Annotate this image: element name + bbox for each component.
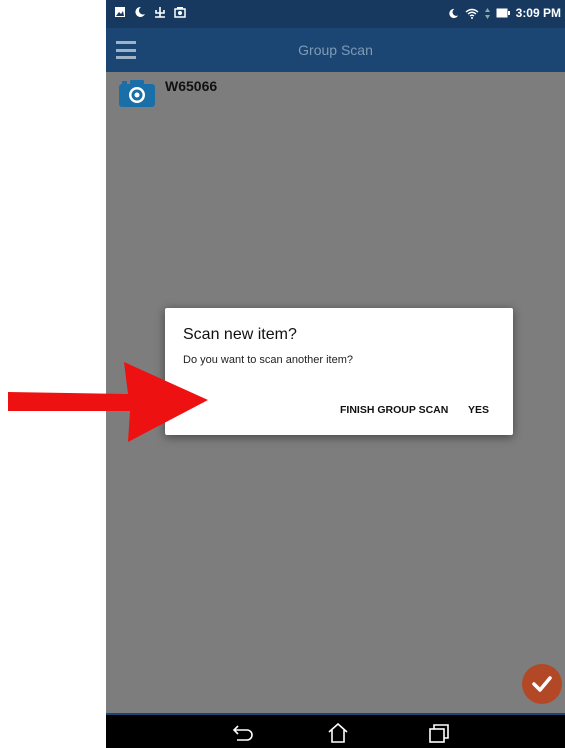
dialog-title: Scan new item?	[183, 326, 297, 343]
moon-notification-icon	[134, 6, 146, 18]
status-bar: 3:09 PM	[106, 0, 565, 28]
app-title: Group Scan	[298, 42, 373, 58]
wifi-icon	[465, 8, 479, 19]
red-arrow	[8, 362, 208, 442]
home-icon[interactable]	[327, 723, 349, 743]
data-activity-icon	[484, 7, 490, 19]
status-system-icons: 3:09 PM	[448, 6, 561, 20]
check-icon	[532, 676, 552, 692]
confirm-fab-button[interactable]	[522, 664, 562, 704]
status-time: 3:09 PM	[515, 6, 561, 20]
status-notification-icons	[114, 6, 186, 18]
navigation-bar	[106, 713, 565, 748]
usb-notification-icon	[154, 6, 166, 18]
gallery-notification-icon	[114, 6, 126, 18]
battery-icon	[496, 8, 510, 18]
app-bar: Group Scan	[106, 28, 565, 72]
finish-group-scan-button[interactable]: FINISH GROUP SCAN	[340, 404, 448, 416]
image-notification-icon	[174, 6, 186, 18]
moon-icon	[448, 8, 458, 18]
yes-button[interactable]: YES	[468, 404, 489, 416]
scan-dialog: Scan new item? Do you want to scan anoth…	[165, 308, 513, 435]
camera-icon	[119, 80, 155, 107]
recent-apps-icon[interactable]	[428, 723, 450, 743]
back-icon[interactable]	[232, 723, 254, 741]
item-title: W65066	[165, 78, 218, 94]
